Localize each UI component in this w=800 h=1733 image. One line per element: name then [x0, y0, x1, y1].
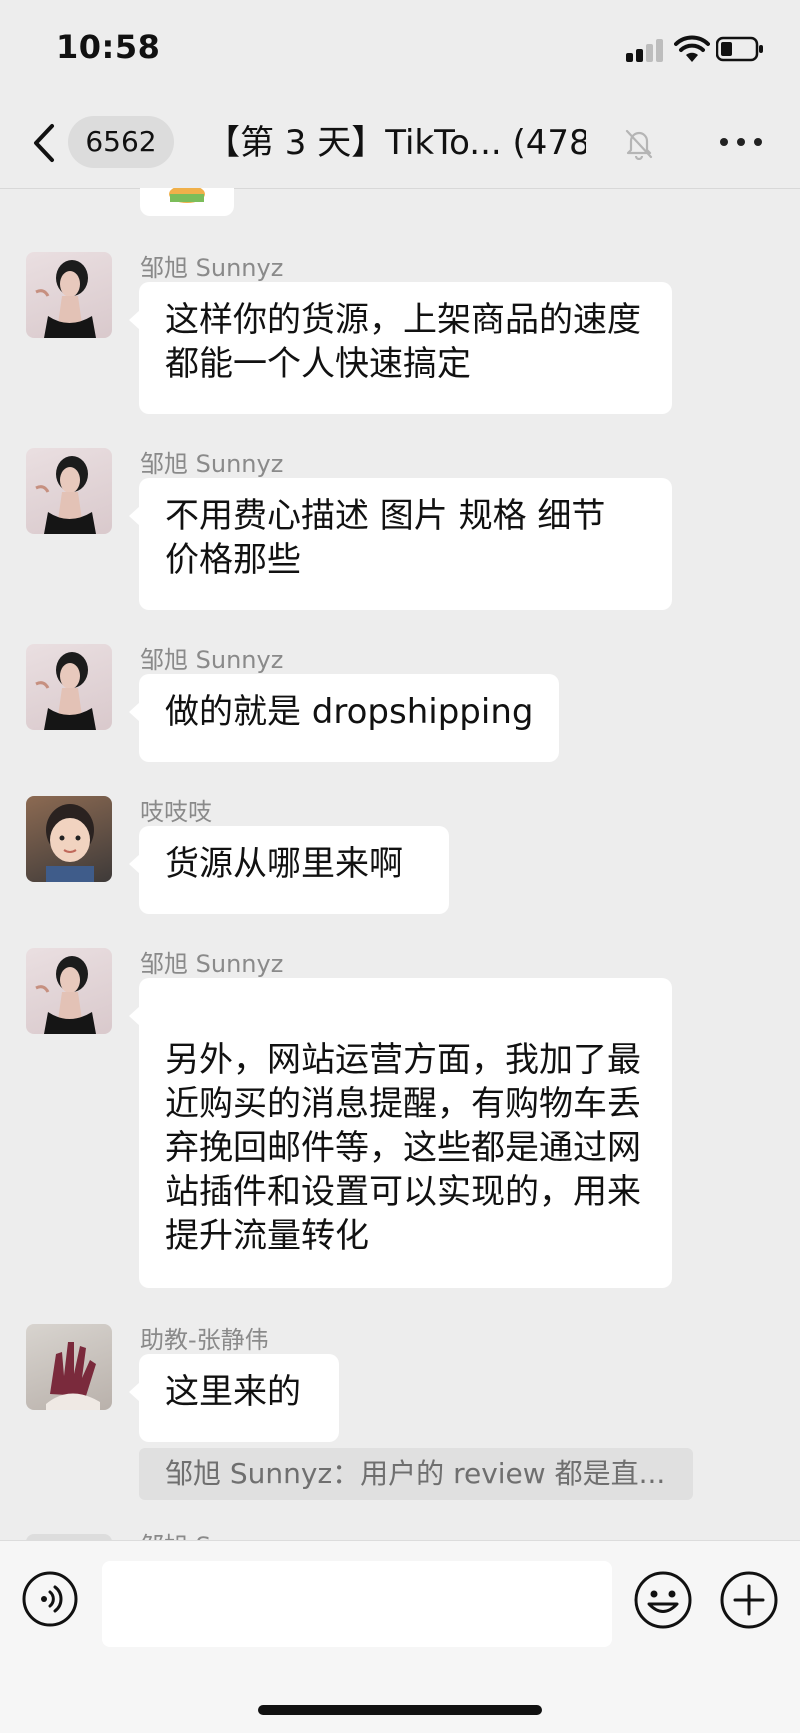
sticker-icon	[169, 185, 205, 203]
voice-input-icon[interactable]	[22, 1571, 78, 1627]
avatar[interactable]	[26, 252, 112, 338]
message-bubble[interactable]: 做的就是 dropshipping	[129, 674, 559, 762]
sender-name: 邹旭 Sunnyz	[140, 950, 284, 978]
status-bar: 10:58	[0, 0, 800, 100]
message-input-bar	[0, 1540, 800, 1733]
unread-count-badge[interactable]: 6562	[68, 116, 174, 168]
message-bubble[interactable]: 另外，网站运营方面，我加了最近购买的消息提醒，有购物车丢弃挽回邮件等，这些都是通…	[129, 978, 672, 1288]
cellular-signal-icon	[626, 38, 666, 62]
woman-portrait-icon	[35, 456, 96, 534]
child-portrait-icon	[46, 804, 94, 882]
message-bubble[interactable]: 不用费心描述 图片 规格 细节 价格那些	[129, 478, 672, 610]
hand-photo-icon	[46, 1342, 100, 1410]
sender-name: 邹旭 Sunnyz	[140, 646, 284, 674]
sender-name: 邹旭 Sunnyz	[140, 254, 284, 282]
more-options-icon[interactable]	[718, 128, 764, 158]
wifi-icon	[674, 35, 710, 62]
quoted-reply[interactable]: 邹旭 Sunnyz：用户的 review 都是直...	[139, 1448, 693, 1500]
avatar[interactable]	[26, 796, 112, 882]
chat-header: 6562 【第 3 天】TikTo... (478)	[0, 100, 800, 189]
battery-icon	[716, 36, 763, 62]
home-indicator	[258, 1705, 542, 1715]
avatar[interactable]	[26, 448, 112, 534]
chat-title: 【第 3 天】TikTo... (478)	[206, 123, 586, 163]
avatar[interactable]	[26, 948, 112, 1034]
partial-message-bubble	[140, 185, 234, 216]
avatar[interactable]	[26, 644, 112, 730]
woman-portrait-icon	[35, 260, 96, 338]
plus-icon[interactable]	[720, 1571, 778, 1629]
status-time: 10:58	[56, 28, 161, 66]
sender-name: 邹旭 Sunnyz	[140, 1526, 283, 1540]
message-bubble[interactable]: 这样你的货源，上架商品的速度 都能一个人快速搞定	[129, 282, 672, 414]
back-chevron-icon[interactable]	[26, 120, 62, 166]
emoji-icon[interactable]	[634, 1571, 692, 1629]
sender-name: 吱吱吱	[140, 798, 212, 826]
message-input[interactable]	[102, 1561, 612, 1647]
woman-portrait-icon	[35, 652, 96, 730]
avatar[interactable]	[26, 1324, 112, 1410]
message-bubble[interactable]: 货源从哪里来啊	[129, 826, 449, 914]
muted-bell-icon	[625, 129, 653, 160]
sender-name: 邹旭 Sunnyz	[140, 450, 284, 478]
message-bubble[interactable]: 这里来的	[129, 1354, 339, 1442]
woman-portrait-icon	[35, 956, 96, 1034]
sender-name: 助教-张静伟	[140, 1326, 269, 1354]
